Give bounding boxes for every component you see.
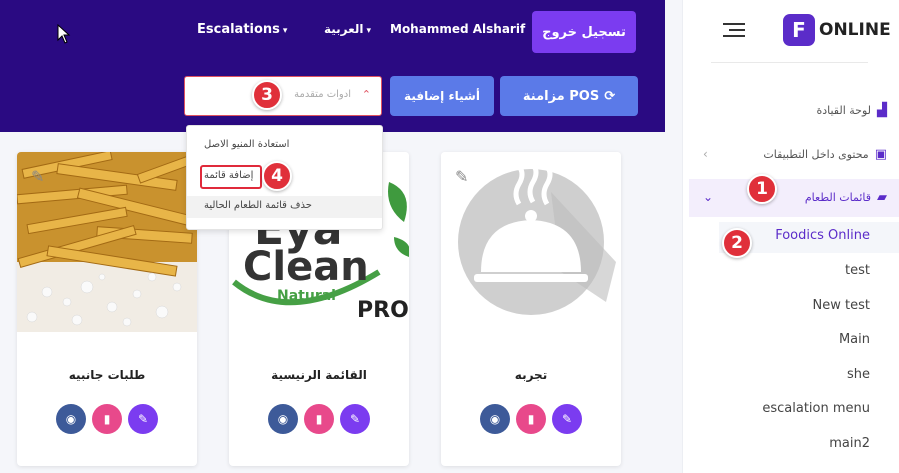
edit-button[interactable]: ✎ (128, 404, 158, 434)
dropdown-item-delete-menu[interactable]: حذف قائمة الطعام الحالية (187, 196, 382, 218)
language-label: العربية (324, 22, 364, 36)
chevron-down-icon: ⌄ (703, 190, 714, 204)
sidebar-divider (711, 62, 868, 63)
mouse-cursor-icon (57, 24, 71, 44)
edit-icon: ✎ (137, 412, 149, 426)
edit-icon: ✎ (561, 412, 573, 426)
submenu-item[interactable]: she (847, 367, 870, 382)
book-icon: ▰ (877, 190, 887, 205)
pos-sync-button[interactable]: مزامنة POS ⟳ (500, 76, 638, 116)
eye-icon: ◉ (277, 412, 289, 426)
chevron-up-icon: ⌃ (361, 88, 371, 101)
hamburger-icon[interactable] (723, 23, 745, 41)
view-button[interactable]: ◉ (268, 404, 298, 434)
sync-icon: ⟳ (604, 88, 616, 104)
user-name[interactable]: Mohammed Alsharif (390, 22, 525, 36)
sidebar-item-menus[interactable]: قائمات الطعام ▰ (805, 190, 887, 205)
step-badge-4: 4 (262, 161, 292, 191)
escalations-label: Escalations (197, 22, 280, 37)
sidebar-item-label: قائمات الطعام (804, 191, 871, 204)
edit-image-icon[interactable]: ✎ (455, 167, 468, 186)
edit-icon: ✎ (349, 412, 361, 426)
logo-icon: F (783, 14, 815, 46)
top-header: Escalations ▾ العربية ▾ Mohammed Alsharif … (0, 0, 665, 132)
card-actions: ◉ ▮ ✎ (229, 404, 409, 434)
submenu-item[interactable]: test (845, 263, 870, 278)
caret-down-icon: ▾ (282, 26, 288, 36)
logout-label: تسجيل خروج (542, 24, 626, 40)
edit-button[interactable]: ✎ (340, 404, 370, 434)
extras-label: أشياء إضافية (404, 89, 480, 103)
submenu-item[interactable]: main2 (829, 436, 870, 451)
edit-image-icon[interactable]: ✎ (31, 167, 44, 186)
card-actions: ◉ ▮ ✎ (441, 404, 621, 434)
logo-text-natural: Natural (277, 288, 336, 304)
step-badge-1: 1 (747, 174, 777, 204)
advanced-tools-placeholder: ادوات متقدمة (294, 89, 351, 100)
card-title: طلبات جانبيه (68, 368, 146, 382)
card-title: القائمة الرنيسية (271, 368, 367, 382)
escalations-menu[interactable]: Escalations ▾ (197, 22, 287, 37)
sidebar-item-label: محتوى داخل التطبيقات (763, 148, 869, 161)
delete-button[interactable]: ▮ (304, 404, 334, 434)
step-badge-3: 3 (252, 80, 282, 110)
edit-button[interactable]: ✎ (552, 404, 582, 434)
eye-icon: ◉ (65, 412, 77, 426)
images-icon: ▣ (874, 147, 887, 162)
sidebar-item-app-content[interactable]: محتوى داخل التطبيقات ▣ (763, 147, 887, 162)
trash-icon: ▮ (315, 412, 323, 426)
caret-down-icon: ▾ (366, 26, 372, 36)
chart-icon: ▟ (877, 103, 887, 118)
submenu-item[interactable]: escalation menu (762, 401, 870, 416)
view-button[interactable]: ◉ (480, 404, 510, 434)
trash-icon: ▮ (527, 412, 535, 426)
step-badge-2: 2 (722, 228, 752, 258)
eye-icon: ◉ (489, 412, 501, 426)
submenu-item[interactable]: Main (839, 332, 870, 347)
sidebar-item-label: لوحة القيادة (816, 104, 871, 117)
delete-button[interactable]: ▮ (516, 404, 546, 434)
card-title: تجربه (514, 368, 548, 382)
trash-icon: ▮ (103, 412, 111, 426)
sidebar-item-dashboard[interactable]: لوحة القيادة ▟ (816, 103, 887, 118)
chevron-left-icon: ‹ (703, 147, 708, 161)
submenu-item-foodics-online[interactable]: Foodics Online (775, 228, 870, 243)
view-button[interactable]: ◉ (56, 404, 86, 434)
dropdown-item-restore-menu[interactable]: استعادة المنيو الاصل (187, 139, 382, 150)
menu-card: ✎ تجربه ◉ ▮ ✎ (441, 152, 621, 466)
logo-text: ONLINE (819, 20, 891, 40)
add-menu-highlight-box (200, 165, 262, 189)
language-menu[interactable]: العربية ▾ (324, 22, 371, 36)
logout-button[interactable]: تسجيل خروج (532, 11, 636, 53)
pos-sync-label: مزامنة POS (522, 88, 600, 104)
submenu-item[interactable]: New test (813, 298, 870, 313)
advanced-tools-select[interactable]: ادوات متقدمة ⌃ (184, 76, 382, 116)
logo-text-pro: PRO (357, 298, 409, 323)
sidebar: F ONLINE لوحة القيادة ▟ ‹ محتوى داخل الت… (682, 0, 899, 473)
extras-button[interactable]: أشياء إضافية (390, 76, 494, 116)
menu-card: ✎ طلبات جانبيه ◉ ▮ ✎ (17, 152, 197, 466)
logo-text-clean: Clean (243, 244, 369, 290)
card-actions: ◉ ▮ ✎ (17, 404, 197, 434)
delete-button[interactable]: ▮ (92, 404, 122, 434)
